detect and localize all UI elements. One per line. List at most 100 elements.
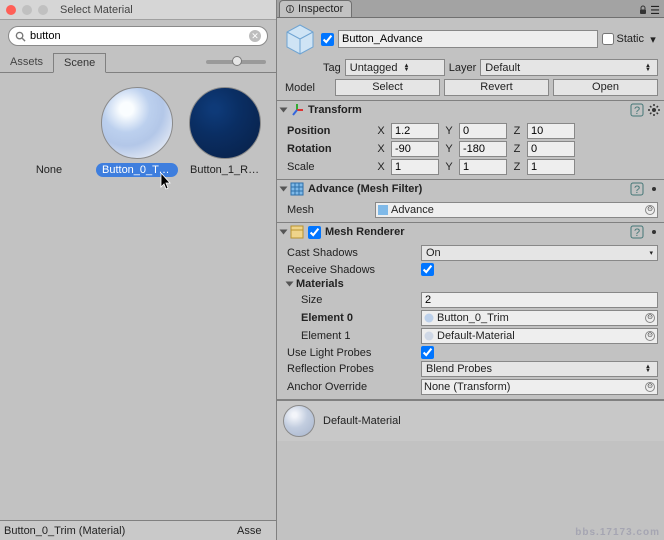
- castshadows-value: On: [426, 247, 441, 259]
- gear-icon[interactable]: [648, 104, 660, 116]
- element0-value: Button_0_Trim: [437, 312, 509, 324]
- static-checkbox[interactable]: [602, 33, 614, 45]
- help-icon[interactable]: ?: [630, 103, 644, 117]
- transform-title: Transform: [308, 104, 362, 116]
- picker-titlebar: Select Material: [0, 0, 276, 20]
- close-window-icon[interactable]: [6, 5, 16, 15]
- materials-foldout-icon[interactable]: [286, 282, 294, 287]
- model-open-button[interactable]: Open: [553, 79, 658, 96]
- material-none[interactable]: None: [8, 87, 90, 177]
- rotation-z-input[interactable]: [527, 141, 575, 157]
- material-none-swatch: [13, 87, 85, 159]
- lock-icon: [638, 5, 648, 15]
- position-y-input[interactable]: [459, 123, 507, 139]
- transform-component: Transform ? Position X Y Z Rotation: [277, 101, 664, 180]
- layer-dropdown[interactable]: Default ▲▼: [480, 59, 658, 76]
- layer-label: Layer: [449, 62, 477, 74]
- rotation-y-input[interactable]: [459, 141, 507, 157]
- position-label: Position: [287, 125, 371, 137]
- material-picker-window: Select Material ✕ Assets Scene None B: [0, 0, 277, 540]
- material-sphere-icon: [283, 405, 315, 437]
- tab-scene[interactable]: Scene: [53, 53, 106, 73]
- info-icon: [286, 5, 294, 13]
- axis-x: X: [375, 161, 387, 173]
- inspector-tab-row: Inspector ☰: [277, 0, 664, 18]
- scale-label: Scale: [287, 161, 371, 173]
- updown-icon: ▲▼: [643, 64, 653, 72]
- element0-field[interactable]: Button_0_Trim ⊙: [421, 310, 658, 326]
- scale-x-input[interactable]: [391, 159, 439, 175]
- picker-footer: Button_0_Trim (Material) Asse: [0, 520, 276, 540]
- material-button0trim-swatch: [101, 87, 173, 159]
- material-button1[interactable]: Button_1_Re...: [184, 87, 266, 177]
- lightprobes-checkbox[interactable]: [421, 346, 434, 359]
- gameobject-active-checkbox[interactable]: [321, 33, 334, 46]
- anchoroverride-value: None (Transform): [424, 381, 510, 393]
- element1-label: Element 1: [301, 330, 417, 342]
- gear-icon[interactable]: [648, 183, 660, 195]
- tab-assets[interactable]: Assets: [0, 53, 53, 71]
- gameobject-name-input[interactable]: [338, 30, 598, 48]
- clear-search-icon[interactable]: ✕: [249, 30, 261, 42]
- tag-value: Untagged: [350, 62, 398, 74]
- reflectionprobes-label: Reflection Probes: [287, 363, 417, 375]
- model-select-button[interactable]: Select: [335, 79, 440, 96]
- search-box[interactable]: ✕: [8, 26, 268, 46]
- thumbnail-size-slider[interactable]: [206, 60, 272, 64]
- element0-label: Element 0: [301, 312, 417, 324]
- material-icon: [424, 331, 434, 341]
- tag-dropdown[interactable]: Untagged ▲▼: [345, 59, 445, 76]
- position-x-input[interactable]: [391, 123, 439, 139]
- svg-text:?: ?: [634, 184, 640, 196]
- object-picker-icon[interactable]: ⊙: [645, 313, 655, 323]
- object-picker-icon[interactable]: ⊙: [645, 331, 655, 341]
- footer-selection-label: Button_0_Trim (Material): [4, 525, 125, 537]
- element1-field[interactable]: Default-Material ⊙: [421, 328, 658, 344]
- receiveshadows-checkbox[interactable]: [421, 263, 434, 276]
- mesh-label: Mesh: [287, 204, 371, 216]
- inspector-tab[interactable]: Inspector: [279, 0, 352, 17]
- picker-tabs: Assets Scene: [0, 52, 276, 73]
- svg-text:?: ?: [634, 105, 640, 117]
- material-button0trim[interactable]: Button_0_Tr…: [96, 87, 178, 177]
- static-dropdown-caret-icon[interactable]: ▾: [648, 32, 658, 46]
- minimize-window-icon[interactable]: [22, 5, 32, 15]
- anchoroverride-field[interactable]: None (Transform) ⊙: [421, 379, 658, 395]
- search-icon: [15, 31, 26, 42]
- search-input[interactable]: [30, 30, 249, 42]
- reflectionprobes-dropdown[interactable]: Blend Probes ▲▼: [421, 361, 658, 377]
- foldout-icon[interactable]: [280, 108, 288, 113]
- static-toggle[interactable]: Static: [602, 33, 644, 45]
- material-grid: None Button_0_Tr… Button_1_Re...: [0, 73, 276, 520]
- updown-icon: ▲▼: [643, 365, 653, 373]
- transform-icon: [290, 103, 304, 117]
- scale-z-input[interactable]: [527, 159, 575, 175]
- materials-size-input[interactable]: [421, 292, 658, 308]
- foldout-icon[interactable]: [280, 230, 288, 235]
- castshadows-dropdown[interactable]: On ▾: [421, 245, 658, 261]
- scale-y-input[interactable]: [459, 159, 507, 175]
- rotation-x-input[interactable]: [391, 141, 439, 157]
- material-preview-name: Default-Material: [323, 415, 401, 427]
- mesh-field[interactable]: Advance ⊙: [375, 202, 658, 218]
- window-traffic-lights: [6, 5, 48, 15]
- model-revert-button[interactable]: Revert: [444, 79, 549, 96]
- material-button1-label: Button_1_Re...: [184, 163, 266, 177]
- axis-x: X: [375, 143, 387, 155]
- materials-size-label: Size: [301, 294, 417, 306]
- rotation-label: Rotation: [287, 143, 371, 155]
- position-z-input[interactable]: [527, 123, 575, 139]
- help-icon[interactable]: ?: [630, 225, 644, 239]
- object-picker-icon[interactable]: ⊙: [645, 382, 655, 392]
- mesh-icon: [378, 205, 388, 215]
- help-icon[interactable]: ?: [630, 182, 644, 196]
- axis-z: Z: [511, 125, 523, 137]
- meshrenderer-enabled-checkbox[interactable]: [308, 226, 321, 239]
- axis-y: Y: [443, 125, 455, 137]
- panel-menu-caret-icon: ☰: [650, 3, 660, 17]
- foldout-icon[interactable]: [280, 187, 288, 192]
- zoom-window-icon[interactable]: [38, 5, 48, 15]
- object-picker-icon[interactable]: ⊙: [645, 205, 655, 215]
- gear-icon[interactable]: [648, 226, 660, 238]
- panel-menu[interactable]: ☰: [638, 3, 664, 17]
